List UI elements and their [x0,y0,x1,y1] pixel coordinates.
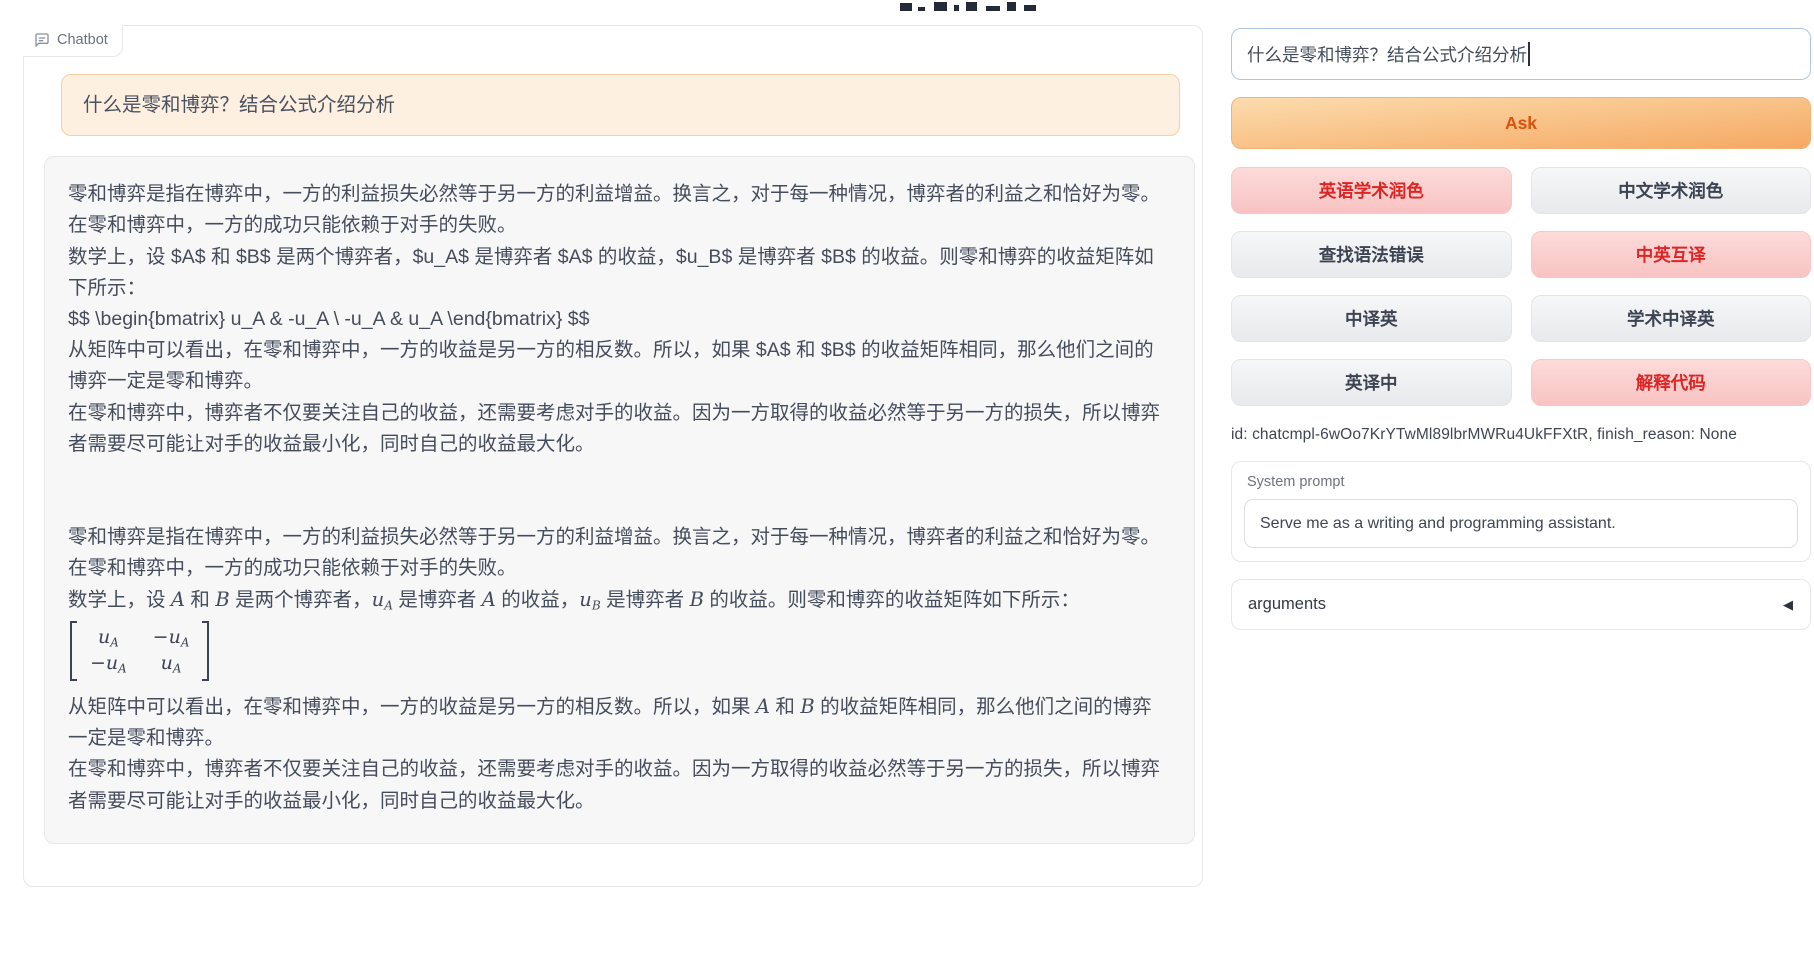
chatbot-label-text: Chatbot [57,32,108,48]
chat-bubble-icon [34,32,50,48]
bot-message: 零和博弈是指在博弈中，一方的利益损失必然等于另一方的利益增益。换言之，对于每一种… [68,179,1170,817]
action-button-zh-en-mutual-translate[interactable]: 中英互译 [1531,231,1812,278]
action-button-label: 中英互译 [1636,242,1706,267]
status-line: id: chatcmpl-6wOo7KrYTwMl89lbrMWRu4UkFFX… [1231,426,1811,444]
action-button-explain-code[interactable]: 解释代码 [1531,359,1812,406]
payoff-matrix: uA−uA−uAuA [70,621,209,681]
question-input[interactable]: 什么是零和博弈？结合公式介绍分析 [1231,28,1811,80]
bot-message-line: $$ \begin{bmatrix} u_A & -u_A \ -u_A & u… [68,304,1170,335]
arguments-accordion-label: arguments [1248,595,1326,614]
action-button-grid: 英语学术润色 中文学术润色查找语法错误 中英互译中译英 学术中译英英译中 解释代码 [1231,167,1811,406]
bot-message-line: 在零和博弈中，博弈者不仅要关注自己的收益，还需要考虑对手的收益。因为一方取得的收… [68,754,1170,816]
action-button-zh-to-en[interactable]: 中译英 [1231,295,1512,342]
action-button-label: 英译中 [1345,370,1398,395]
ask-button[interactable]: Ask [1231,97,1811,149]
action-button-chinese-academic-polish[interactable]: 中文学术润色 [1531,167,1812,214]
question-input-value: 什么是零和博弈？结合公式介绍分析 [1247,42,1527,67]
system-prompt-value: Serve me as a writing and programming as… [1260,515,1616,533]
accordion-collapsed-icon: ◀ [1783,597,1793,613]
control-column: 什么是零和博弈？结合公式介绍分析 Ask 英语学术润色中文学术润色查找语法错误中… [1231,25,1811,887]
action-button-label: 英语学术润色 [1319,178,1424,203]
chatbot-label: Chatbot [23,25,123,57]
arguments-accordion[interactable]: arguments ◀ [1231,579,1811,630]
message-paragraph-gap [68,460,1170,522]
bot-message-line: 在零和博弈中，博弈者不仅要关注自己的收益，还需要考虑对手的收益。因为一方取得的收… [68,398,1170,460]
bot-message-line: 从矩阵中可以看出，在零和博弈中，一方的收益是另一方的相反数。所以，如果 $A$ … [68,335,1170,397]
bot-message-line: 零和博弈是指在博弈中，一方的利益损失必然等于另一方的利益增益。换言之，对于每一种… [68,179,1170,241]
action-button-label: 查找语法错误 [1319,242,1424,267]
ask-button-label: Ask [1505,113,1537,134]
action-button-label: 学术中译英 [1627,306,1715,331]
bot-message-line: 数学上，设 $A$ 和 $B$ 是两个博弈者，$u_A$ 是博弈者 $A$ 的收… [68,242,1170,304]
bot-message-line: uA−uA−uAuA [68,617,1170,692]
user-message-bubble: 什么是零和博弈？结合公式介绍分析 [61,74,1180,136]
action-button-label: 解释代码 [1636,370,1706,395]
action-button-label: 中文学术润色 [1618,178,1723,203]
bot-message-line: 从矩阵中可以看出，在零和博弈中，一方的收益是另一方的相反数。所以，如果 A 和 … [68,691,1170,754]
bot-message-line: 数学上，设 A 和 B 是两个博弈者，uA 是博弈者 A 的收益，uB 是博弈者… [68,584,1170,616]
message-list: 什么是零和博弈？结合公式介绍分析 零和博弈是指在博弈中，一方的利益损失必然等于另… [24,26,1202,844]
system-prompt-group: System prompt Serve me as a writing and … [1231,461,1811,562]
action-button-label: 中译英 [1345,306,1398,331]
bot-message-bubble: 零和博弈是指在博弈中，一方的利益损失必然等于另一方的利益增益。换言之，对于每一种… [44,156,1195,844]
user-message-text: 什么是零和博弈？结合公式介绍分析 [83,94,395,116]
text-cursor [1528,42,1530,66]
action-button-academic-zh-to-en[interactable]: 学术中译英 [1531,295,1812,342]
app-container: Chatbot 什么是零和博弈？结合公式介绍分析 零和博弈是指在博弈中，一方的利… [23,25,1811,887]
bot-message-line: 零和博弈是指在博弈中，一方的利益损失必然等于另一方的利益增益。换言之，对于每一种… [68,522,1170,584]
system-prompt-input[interactable]: Serve me as a writing and programming as… [1244,499,1798,548]
action-button-find-grammar-errors[interactable]: 查找语法错误 [1231,231,1512,278]
action-button-en-to-zh[interactable]: 英译中 [1231,359,1512,406]
chatbot-panel: Chatbot 什么是零和博弈？结合公式介绍分析 零和博弈是指在博弈中，一方的利… [23,25,1203,887]
system-prompt-label: System prompt [1247,474,1798,490]
clipped-page-heading [898,0,1048,13]
action-button-english-academic-polish[interactable]: 英语学术润色 [1231,167,1512,214]
